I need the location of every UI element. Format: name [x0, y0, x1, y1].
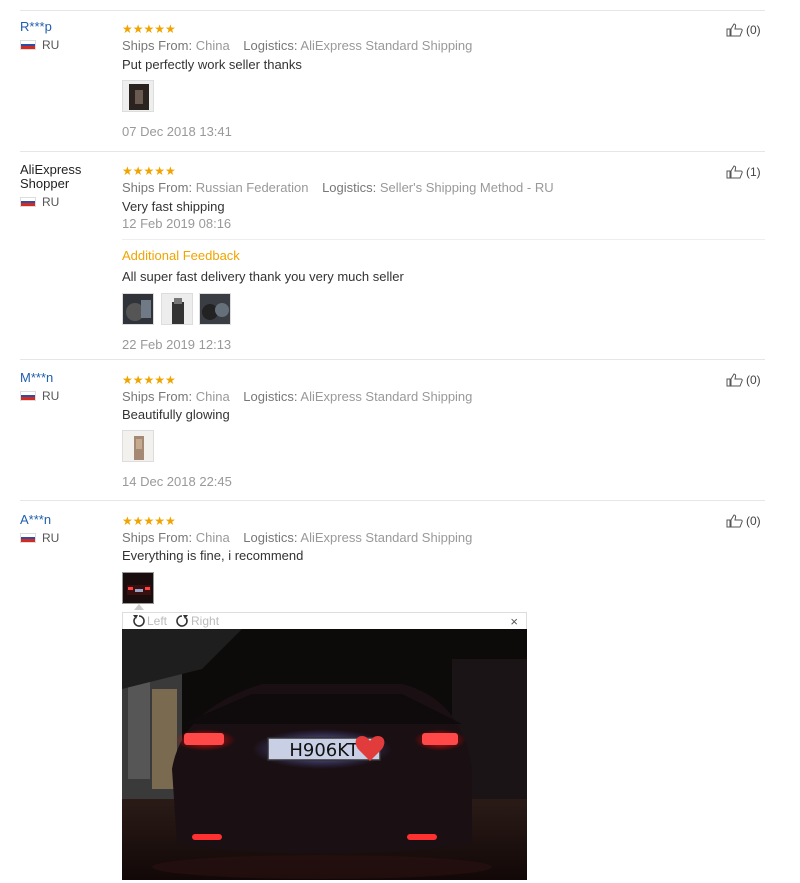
logistics-value: Seller's Shipping Method - RU	[379, 180, 554, 195]
helpful-button[interactable]: (0)	[726, 23, 761, 37]
rotate-right-button[interactable]: Right	[173, 613, 219, 629]
reviewer-name[interactable]: M***n	[20, 371, 59, 385]
reviewer-info: A***n RU	[20, 513, 59, 545]
logistics-value: AliExpress Standard Shipping	[300, 38, 473, 53]
review-photo-thumbnail[interactable]	[199, 293, 231, 325]
russia-flag-icon	[20, 391, 36, 401]
ships-from-value: China	[195, 38, 230, 53]
thumbs-up-icon	[726, 373, 743, 387]
additional-feedback-date: 22 Feb 2019 12:13	[122, 337, 232, 352]
review-photo-thumbnail[interactable]	[122, 80, 154, 112]
rotate-left-icon	[133, 615, 145, 627]
helpful-count: (1)	[746, 165, 761, 179]
image-viewer-toolbar: Left Right ×	[122, 612, 527, 630]
logistics-label: Logistics:	[243, 389, 298, 404]
russia-flag-icon	[20, 197, 36, 207]
star-rating: ★★★★★	[122, 22, 176, 36]
russia-flag-icon	[20, 533, 36, 543]
thumbs-up-icon	[726, 23, 743, 37]
helpful-button[interactable]: (0)	[726, 373, 761, 387]
shipping-info: Ships From: Russian Federation Logistics…	[122, 180, 554, 195]
reviewer-info: AliExpress Shopper RU	[20, 163, 81, 209]
image-viewer: Left Right × H906KT	[122, 612, 527, 880]
star-rating: ★★★★★	[122, 164, 176, 178]
reviewer-info: M***n RU	[20, 371, 59, 403]
reviews-list: R***p RU ★★★★★ Ships From: China Logisti…	[0, 0, 800, 880]
license-plate-text: H906KT	[289, 740, 359, 761]
logistics-value: AliExpress Standard Shipping	[300, 389, 473, 404]
additional-feedback-label: Additional Feedback	[122, 248, 240, 263]
review-photo-thumbnail-selected[interactable]	[122, 572, 154, 604]
ships-from-value: China	[195, 530, 230, 545]
divider	[20, 359, 765, 360]
reviewer-country: RU	[20, 195, 81, 209]
review-text: Beautifully glowing	[122, 407, 230, 422]
review-date: 07 Dec 2018 13:41	[122, 124, 232, 139]
review-text: Put perfectly work seller thanks	[122, 57, 302, 72]
reviewer-country: RU	[20, 389, 59, 403]
reviewer-name[interactable]: R***p	[20, 20, 59, 34]
divider	[122, 239, 765, 240]
additional-feedback-text: All super fast delivery thank you very m…	[122, 269, 404, 284]
helpful-count: (0)	[746, 514, 761, 528]
rotate-right-label: Right	[191, 614, 220, 628]
ships-from-label: Ships From:	[122, 38, 193, 53]
helpful-button[interactable]: (1)	[726, 165, 761, 179]
ships-from-label: Ships From:	[122, 180, 193, 195]
country-code: RU	[42, 38, 60, 52]
reviewer-country: RU	[20, 38, 59, 52]
rotate-right-icon	[176, 615, 189, 627]
star-rating: ★★★★★	[122, 373, 176, 387]
rotate-left-label: Left	[147, 614, 168, 628]
logistics-label: Logistics:	[243, 530, 298, 545]
reviewer-country: RU	[20, 531, 59, 545]
review-text: Everything is fine, i recommend	[122, 548, 304, 563]
russia-flag-icon	[20, 40, 36, 50]
review-date: 14 Dec 2018 22:45	[122, 474, 232, 489]
rotate-left-button[interactable]: Left	[131, 613, 167, 629]
reviewer-name[interactable]: A***n	[20, 513, 59, 527]
logistics-label: Logistics:	[322, 180, 377, 195]
review-photo-thumbnail[interactable]	[122, 293, 154, 325]
country-code: RU	[42, 389, 60, 403]
shipping-info: Ships From: China Logistics: AliExpress …	[122, 530, 472, 545]
divider	[20, 10, 765, 11]
helpful-count: (0)	[746, 23, 761, 37]
shipping-info: Ships From: China Logistics: AliExpress …	[122, 38, 472, 53]
reviewer-info: R***p RU	[20, 20, 59, 52]
helpful-count: (0)	[746, 373, 761, 387]
logistics-label: Logistics:	[243, 38, 298, 53]
logistics-value: AliExpress Standard Shipping	[300, 530, 473, 545]
ships-from-label: Ships From:	[122, 389, 193, 404]
thumbs-up-icon	[726, 165, 743, 179]
helpful-button[interactable]: (0)	[726, 514, 761, 528]
star-rating: ★★★★★	[122, 514, 176, 528]
country-code: RU	[42, 195, 60, 209]
ships-from-label: Ships From:	[122, 530, 193, 545]
thumbs-up-icon	[726, 514, 743, 528]
review-photo-thumbnail[interactable]	[161, 293, 193, 325]
divider	[20, 500, 765, 501]
shipping-info: Ships From: China Logistics: AliExpress …	[122, 389, 472, 404]
review-text: Very fast shipping	[122, 199, 225, 214]
country-code: RU	[42, 531, 60, 545]
enlarged-review-photo: H906KT	[122, 629, 527, 880]
close-icon[interactable]: ×	[510, 614, 518, 629]
review-photo-thumbnail[interactable]	[122, 430, 154, 462]
ships-from-value: China	[195, 389, 230, 404]
divider	[20, 151, 765, 152]
review-date: 12 Feb 2019 08:16	[122, 216, 232, 231]
viewer-pointer	[134, 604, 144, 610]
reviewer-name: AliExpress Shopper	[20, 162, 82, 191]
ships-from-value: Russian Federation	[195, 180, 309, 195]
